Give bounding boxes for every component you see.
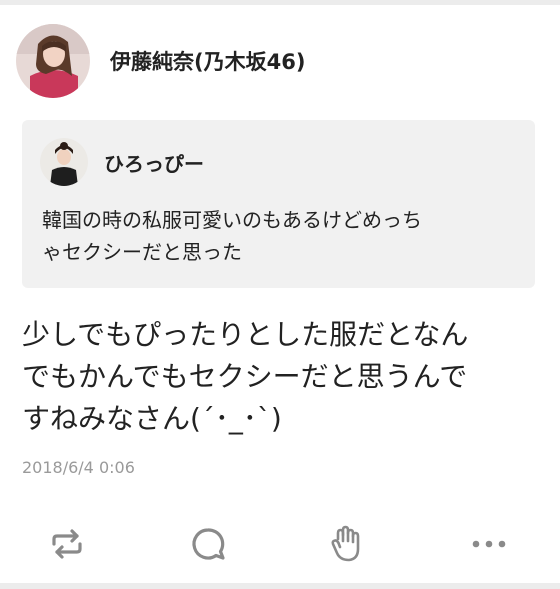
quoted-post-text: 韓国の時の私服可愛いのもあるけどめっち ゃセクシーだと思った	[42, 204, 520, 268]
post-body-line: すねみなさん(´･_･`)	[22, 402, 282, 435]
post-body-line: 少しでもぴったりとした服だとなん	[22, 318, 469, 351]
speech-bubble-icon	[192, 528, 225, 560]
bottom-divider	[0, 583, 560, 589]
post-body: 少しでもぴったりとした服だとなん でもかんでもセクシーだと思うんで すねみなさん…	[22, 314, 542, 440]
reply-button[interactable]	[186, 522, 230, 566]
post-timestamp: 2018/6/4 0:06	[22, 458, 135, 477]
top-divider	[0, 0, 560, 5]
quoted-text-line: 韓国の時の私服可愛いのもあるけどめっち	[42, 208, 422, 232]
post-author[interactable]: 伊藤純奈(乃木坂46)	[16, 24, 305, 98]
quoted-text-line: ゃセクシーだと思った	[42, 240, 242, 264]
quoted-author-name[interactable]: ひろっぴー	[104, 148, 204, 177]
more-dots-icon	[472, 540, 506, 548]
repost-icon	[52, 529, 82, 559]
quoted-author-avatar[interactable]	[40, 138, 88, 186]
more-button[interactable]	[467, 522, 511, 566]
author-name[interactable]: 伊藤純奈(乃木坂46)	[110, 46, 305, 76]
applause-button[interactable]	[327, 522, 371, 566]
post-body-line: でもかんでもセクシーだと思うんで	[22, 360, 468, 393]
action-bar	[0, 516, 560, 572]
clapping-hands-icon	[331, 525, 360, 562]
quoted-post-header: ひろっぴー	[40, 138, 204, 186]
quoted-post[interactable]: ひろっぴー 韓国の時の私服可愛いのもあるけどめっち ゃセクシーだと思った	[22, 120, 535, 288]
repost-button[interactable]	[45, 522, 89, 566]
author-avatar[interactable]	[16, 24, 90, 98]
